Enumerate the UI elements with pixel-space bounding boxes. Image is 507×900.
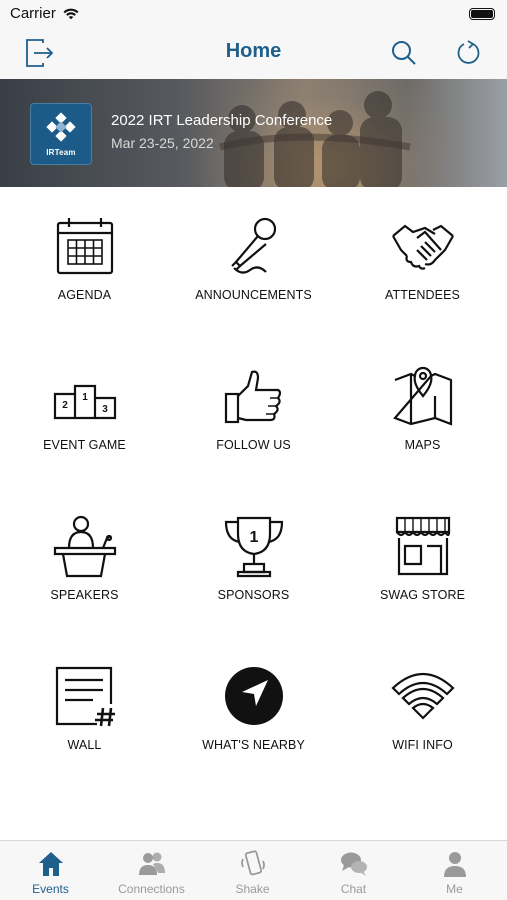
chat-bubbles-icon: [340, 852, 367, 876]
tile-label: ANNOUNCEMENTS: [195, 288, 312, 302]
tab-label: Chat: [340, 882, 367, 896]
person-icon: [443, 852, 466, 877]
event-dates: Mar 23-25, 2022: [111, 135, 214, 151]
tile-speakers[interactable]: SPEAKERS: [0, 488, 169, 638]
tab-label: Connections: [118, 882, 185, 896]
svg-text:3: 3: [102, 404, 108, 415]
tile-label: ATTENDEES: [385, 288, 460, 302]
tab-chat[interactable]: Chat: [303, 841, 404, 900]
carrier-indicator: Carrier: [10, 5, 80, 22]
tile-swag-store[interactable]: SWAG STORE: [338, 488, 507, 638]
tile-label: EVENT GAME: [43, 438, 126, 452]
tab-me[interactable]: Me: [404, 841, 505, 900]
wifi-status-icon: [63, 8, 79, 19]
tile-label: SWAG STORE: [379, 588, 466, 602]
phone-shake-icon: [240, 850, 265, 876]
tile-whats-nearby[interactable]: WHAT'S NEARBY: [169, 638, 338, 788]
tile-label: MAPS: [404, 438, 441, 452]
wall-post-icon: [55, 666, 115, 727]
event-banner[interactable]: IRTeam 2022 IRT Leadership Conference Ma…: [0, 79, 507, 187]
svg-text:1: 1: [82, 392, 88, 403]
map-pin-icon: [392, 366, 452, 426]
tile-label: WHAT'S NEARBY: [202, 738, 305, 752]
svg-text:2: 2: [62, 400, 68, 411]
tile-maps[interactable]: MAPS: [338, 338, 507, 488]
handshake-icon: [391, 224, 454, 270]
navigation-arrow-icon: [224, 667, 283, 725]
event-logo: IRTeam: [30, 103, 92, 165]
tile-sponsors[interactable]: 1 SPONSORS: [169, 488, 338, 638]
irteam-logo-icon: [46, 111, 76, 142]
refresh-button[interactable]: [452, 36, 486, 70]
tile-attendees[interactable]: ATTENDEES: [338, 188, 507, 338]
calendar-icon: [56, 218, 113, 275]
storefront-icon: [395, 516, 450, 576]
svg-text:1: 1: [249, 529, 258, 546]
event-title: 2022 IRT Leadership Conference: [111, 112, 333, 129]
feature-grid: AGENDA ANNOUNCEMENTS ATTENDEES 1 2 3 EVE…: [0, 188, 507, 828]
tile-label: SPEAKERS: [50, 588, 119, 602]
search-icon: [392, 41, 416, 65]
page-title: Home: [225, 40, 282, 62]
trophy-icon: 1: [224, 516, 283, 578]
tab-label: Shake: [235, 882, 270, 896]
tile-wall[interactable]: WALL: [0, 638, 169, 788]
microphone-icon: [230, 217, 276, 274]
tab-shake[interactable]: Shake: [202, 841, 303, 900]
tile-wifi-info[interactable]: WIFI INFO: [338, 638, 507, 788]
logo-text: IRTeam: [46, 147, 76, 157]
tile-agenda[interactable]: AGENDA: [0, 188, 169, 338]
speaker-lectern-icon: [53, 515, 116, 578]
tile-announcements[interactable]: ANNOUNCEMENTS: [169, 188, 338, 338]
banner-background-photo: [219, 91, 411, 187]
carrier-label: Carrier: [10, 5, 56, 22]
tile-label: SPONSORS: [217, 588, 290, 602]
tile-label: WALL: [67, 738, 102, 752]
battery-icon: [469, 8, 495, 20]
tab-connections[interactable]: Connections: [101, 841, 202, 900]
wifi-icon: [390, 673, 455, 720]
tile-event-game[interactable]: 1 2 3 EVENT GAME: [0, 338, 169, 488]
status-bar: Carrier: [0, 0, 507, 28]
tile-label: FOLLOW US: [216, 438, 291, 452]
tile-label: AGENDA: [57, 288, 112, 302]
navigation-bar: Home: [0, 28, 507, 79]
tab-bar: Events Connections Shake Chat Me: [0, 840, 507, 900]
search-button[interactable]: [387, 36, 421, 70]
refresh-icon: [457, 40, 480, 64]
house-icon: [38, 852, 63, 876]
tile-label: WIFI INFO: [392, 738, 453, 752]
tile-follow-us[interactable]: FOLLOW US: [169, 338, 338, 488]
tab-events[interactable]: Events: [0, 841, 101, 900]
people-icon: [138, 852, 165, 875]
thumbs-up-icon: [224, 370, 281, 424]
podium-icon: 1 2 3: [53, 384, 116, 420]
tab-label: Me: [446, 882, 463, 896]
tab-label: Events: [32, 882, 69, 896]
